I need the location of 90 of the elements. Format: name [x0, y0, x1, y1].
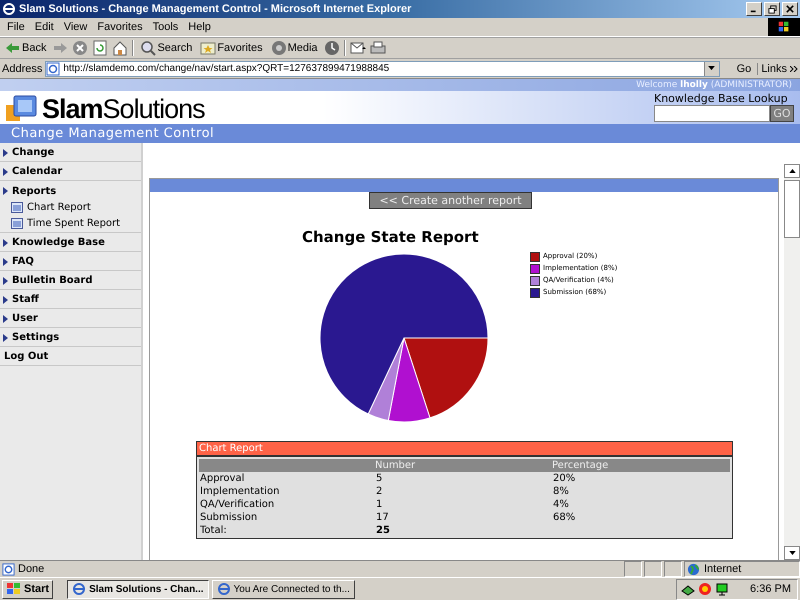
table-cell-text: 4%: [552, 498, 570, 511]
sidebar-subitem[interactable]: Chart Report: [0, 199, 141, 215]
table-cell-text: Implementation: [199, 485, 280, 498]
scrollbar[interactable]: [784, 164, 800, 560]
sidebar-subitem[interactable]: Time Spent Report: [0, 215, 141, 231]
windows-logo-icon: [6, 582, 22, 596]
page-icon: [46, 62, 60, 76]
sidebar-item[interactable]: Calendar: [0, 163, 141, 181]
table-cell-text: 5: [375, 472, 384, 485]
window-title: Slam Solutions - Change Management Control - Microsoft Internet Explorer: [19, 3, 412, 15]
taskbar-button[interactable]: You Are Connected to th...: [212, 580, 355, 598]
address-label: Address: [2, 62, 42, 74]
table-cell-text: Total:: [199, 524, 228, 537]
column-header: Number: [375, 459, 552, 472]
go-button[interactable]: Go: [722, 62, 758, 74]
search-icon: [140, 40, 156, 56]
chart-title: Change State Report: [301, 228, 480, 246]
menu-item[interactable]: Tools: [148, 21, 184, 33]
column-header: Percentage: [552, 459, 730, 472]
table-cell-text: 17: [375, 511, 390, 524]
menu-item[interactable]: View: [58, 21, 92, 33]
report-icon: [11, 218, 23, 228]
refresh-icon[interactable]: [92, 40, 108, 56]
app-title: Change Management Control: [11, 126, 214, 141]
menu-item[interactable]: Help: [183, 21, 216, 33]
sidebar-item[interactable]: Reports: [0, 182, 141, 200]
media-icon: [270, 40, 287, 56]
media-button[interactable]: Media: [268, 40, 320, 56]
sidebar-item[interactable]: FAQ: [0, 253, 141, 271]
taskbar-button[interactable]: Slam Solutions - Chan...: [67, 580, 209, 598]
down-arrow-icon: [788, 551, 796, 555]
browser-icon: [72, 582, 86, 596]
scroll-down-button[interactable]: [784, 546, 800, 560]
sidebar-item[interactable]: Log Out: [0, 348, 141, 366]
table-cell-text: Approval: [199, 472, 246, 485]
clock-icon[interactable]: [324, 40, 340, 56]
status-text: Done: [18, 563, 44, 575]
windows-logo-icon: [768, 18, 800, 36]
zone-text: Internet: [704, 563, 742, 575]
welcome-text: Welcome lholly (ADMINISTRATOR): [636, 79, 792, 91]
close-icon: [786, 5, 794, 13]
minimize-button[interactable]: [746, 2, 762, 16]
mail-icon[interactable]: [350, 40, 366, 56]
browser-icon: [216, 582, 231, 596]
search-field[interactable]: [654, 105, 770, 122]
search-button[interactable]: Search: [138, 40, 194, 56]
table-cell-text: QA/Verification: [199, 498, 276, 511]
address-field[interactable]: http://slamdemo.com/change/nav/start.aspx?QRT=127637899471988845: [45, 60, 720, 76]
star-folder-icon: [200, 40, 216, 56]
home-icon[interactable]: [112, 40, 128, 56]
logo-text: SlamSolutions: [42, 94, 205, 124]
menu-item[interactable]: Edit: [30, 21, 59, 33]
close-button[interactable]: [782, 2, 798, 16]
back-button[interactable]: Back: [3, 40, 48, 56]
browser-icon: [2, 2, 16, 16]
table-cell-text: Submission: [199, 511, 258, 524]
sidebar-item[interactable]: Bulletin Board: [0, 272, 141, 290]
favorites-button[interactable]: Favorites: [198, 40, 265, 56]
start-button[interactable]: Start: [2, 580, 54, 598]
table-cell-text: 8%: [552, 485, 570, 498]
sidebar-item[interactable]: Change: [0, 144, 141, 162]
lookup-label: Knowledge Base Lookup: [654, 92, 788, 105]
printer-icon[interactable]: [370, 40, 386, 56]
back-arrow-icon: [5, 40, 21, 56]
globe-icon: [687, 562, 700, 576]
table-cell-text: 25: [375, 524, 391, 537]
scroll-up-button[interactable]: [784, 164, 800, 178]
scroll-thumb[interactable]: [784, 180, 800, 238]
clock: 6:36 PM: [750, 583, 791, 595]
chevron-icon[interactable]: [790, 66, 798, 72]
table-title: Chart Report: [197, 442, 732, 457]
sidebar-item[interactable]: Staff: [0, 291, 141, 309]
table-cell-text: 20%: [552, 472, 576, 485]
monitor-icon[interactable]: [715, 582, 730, 596]
table-cell-text: 68%: [552, 511, 576, 524]
sidebar-item[interactable]: Settings: [0, 329, 141, 347]
restore-icon: [768, 4, 776, 14]
menu-item[interactable]: Favorites: [92, 21, 148, 33]
report-icon: [11, 202, 23, 212]
dropdown-button[interactable]: [704, 62, 719, 76]
sidebar-item[interactable]: User: [0, 310, 141, 328]
table-cell-text: 2: [375, 485, 384, 498]
up-arrow-icon: [788, 169, 796, 173]
links-button[interactable]: Links: [761, 62, 787, 74]
menu-item[interactable]: File: [2, 21, 30, 33]
sidebar-item[interactable]: Knowledge Base: [0, 234, 141, 252]
restore-button[interactable]: [764, 2, 780, 16]
table-cell-text: 1: [375, 498, 384, 511]
caret-icon: [708, 66, 716, 71]
stop-icon[interactable]: [72, 40, 88, 56]
